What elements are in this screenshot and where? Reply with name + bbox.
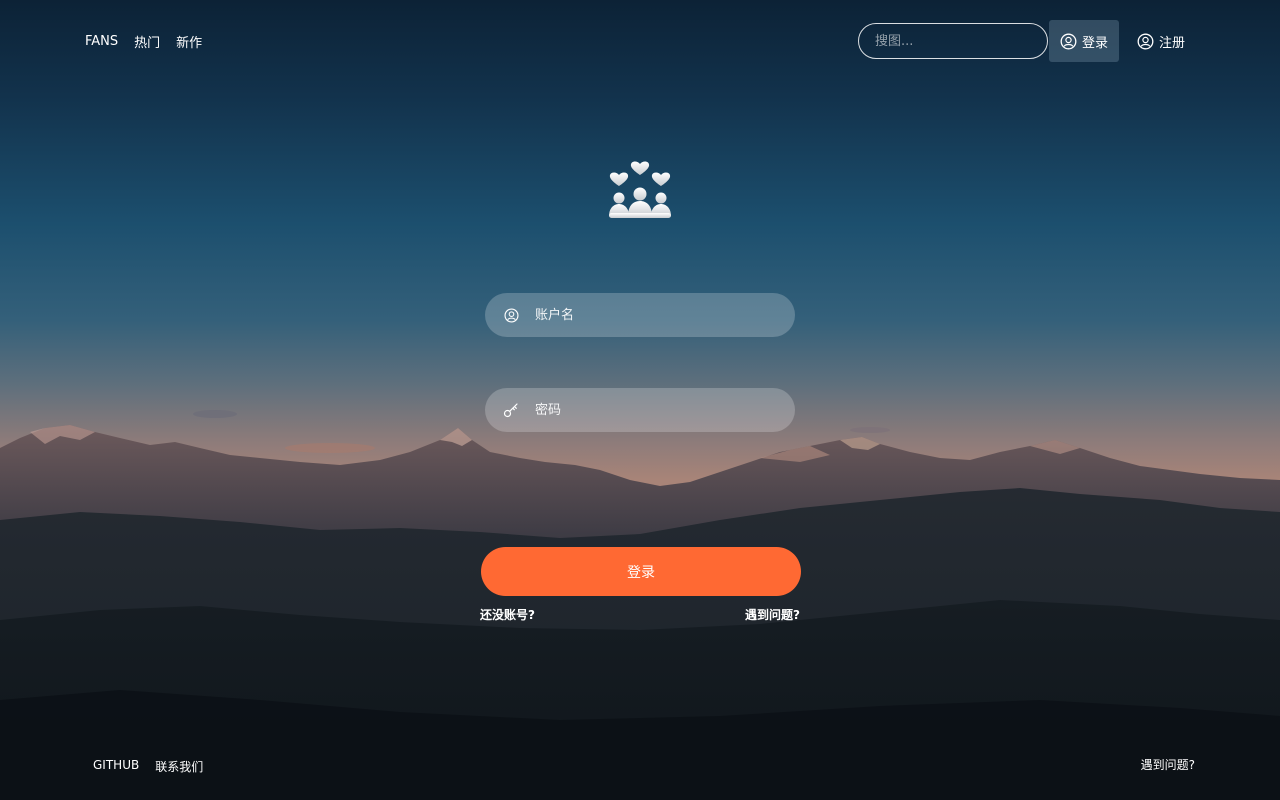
nav-item-fans[interactable]: FANS [85, 34, 118, 49]
footer-help-link[interactable]: 遇到问题? [1141, 756, 1195, 773]
user-icon [1137, 33, 1154, 50]
help-link[interactable]: 遇到问题? [745, 606, 800, 623]
top-nav: FANS 热门 新作 [85, 31, 202, 51]
nav-item-new[interactable]: 新作 [176, 32, 202, 51]
username-input[interactable] [535, 295, 775, 335]
register-nav-button[interactable]: 注册 [1130, 20, 1192, 62]
login-nav-label: 登录 [1081, 35, 1108, 51]
nav-item-hot[interactable]: 热门 [134, 32, 160, 51]
user-icon [503, 307, 519, 323]
user-icon [1060, 33, 1077, 50]
footer-contact-link[interactable]: 联系我们 [155, 758, 203, 775]
footer-links: GITHUB 联系我们 [93, 758, 203, 775]
key-icon [503, 402, 519, 418]
footer-github-link[interactable]: GITHUB [93, 758, 139, 775]
search-input[interactable] [858, 23, 1048, 59]
register-nav-label: 注册 [1158, 35, 1185, 51]
fans-hearts-logo-icon [604, 150, 676, 222]
search-box [858, 23, 1048, 59]
login-nav-button[interactable]: 登录 [1049, 20, 1119, 62]
signup-link[interactable]: 还没账号? [480, 606, 535, 623]
password-input[interactable] [535, 390, 775, 430]
username-field [485, 293, 795, 337]
password-field [485, 388, 795, 432]
login-submit-button[interactable]: 登录 [481, 547, 801, 596]
